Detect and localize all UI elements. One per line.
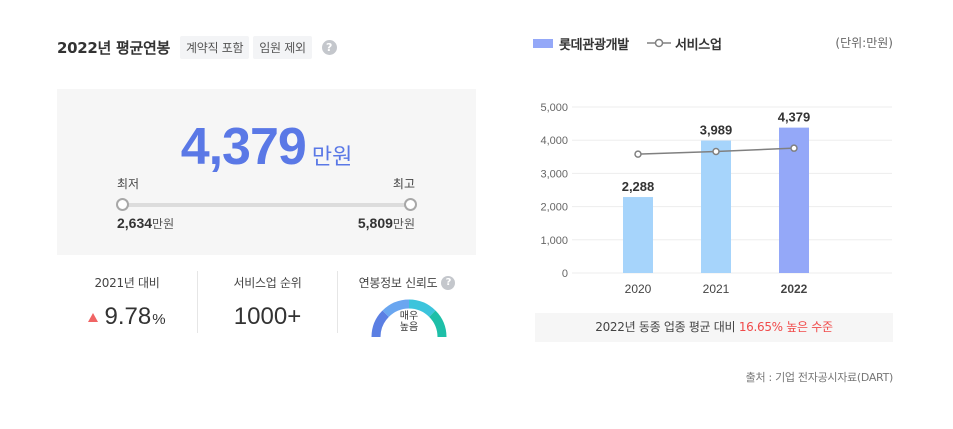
y-tick-label: 2,000 [540, 202, 568, 214]
industry-point [790, 144, 798, 152]
average-salary-panel: 4,379 만원 최저 최고 2,634만원 5,809만원 [57, 89, 476, 255]
up-arrow-icon [88, 312, 99, 322]
max-value: 5,809만원 [357, 215, 415, 231]
help-icon[interactable]: ? [321, 39, 337, 55]
growth-stat: 2021년 대비 9.78% [57, 271, 197, 333]
min-value: 2,634만원 [117, 215, 175, 231]
y-tick-label: 0 [562, 268, 568, 280]
max-label: 최고 [392, 177, 415, 191]
reliability-label: 연봉정보 신뢰도 [358, 276, 438, 290]
rank-label: 서비스업 순위 [233, 276, 302, 290]
y-tick-label: 4,000 [540, 135, 568, 147]
line-series-label: 서비스업 [674, 37, 722, 53]
comparison-prefix: 2022년 동종 업종 평균 대비 [595, 320, 736, 334]
growth-value: 9.78 [104, 303, 152, 330]
bar-value-label: 4,379 [778, 110, 811, 125]
rank-value: 1000+ [233, 303, 302, 330]
page-title: 2022년 평균연봉 [57, 38, 170, 57]
industry-point [634, 150, 642, 158]
growth-unit: % [152, 311, 166, 328]
comparison-highlight: 16.65% 높은 수준 [738, 320, 833, 334]
max-handle [404, 198, 417, 211]
growth-label: 2021년 대비 [94, 276, 160, 290]
x-tick-label: 2021 [703, 282, 730, 296]
salary-chart: 0 1,000 2,000 3,000 4,000 5,000 2,288 2020 3,989… [540, 102, 892, 296]
y-tick-label: 1,000 [540, 235, 568, 247]
bar-value-label: 2,288 [622, 179, 655, 194]
reliability-gauge: 매우 높음 [370, 297, 448, 337]
unit-note: (단위:만원) [835, 36, 893, 50]
reliability-stat: 연봉정보 신뢰도 ? 매우 높음 [337, 271, 476, 337]
bar-value-label: 3,989 [700, 123, 733, 138]
salary-header: 2022년 평균연봉 계약직 포함 임원 제외 ? [57, 34, 337, 60]
y-tick-label: 3,000 [540, 168, 568, 180]
line-series-swatch [646, 38, 671, 48]
comparison-note: 2022년 동종 업종 평균 대비 16.65% 높은 수준 [535, 313, 893, 342]
reliability-value-line1: 매우 [399, 311, 419, 322]
average-salary: 4,379 만원 [57, 117, 476, 177]
bar [701, 140, 731, 273]
bar-series-label: 롯데관광개발 [559, 37, 629, 53]
min-handle [116, 198, 129, 211]
industry-point [712, 147, 720, 156]
rank-stat: 서비스업 순위 1000+ [197, 271, 337, 333]
x-tick-label: 2020 [625, 282, 652, 296]
reliability-value-line2: 높음 [399, 322, 419, 333]
x-tick-label: 2022 [781, 282, 808, 296]
average-salary-unit: 만원 [311, 145, 353, 170]
bar-series-swatch [533, 38, 553, 48]
chart-legend: 롯데관광개발 서비스업 [533, 33, 722, 53]
reliability-help-icon[interactable]: ? [441, 275, 456, 290]
tag-executives-excluded: 임원 제외 [253, 35, 312, 59]
y-tick-label: 5,000 [540, 102, 568, 114]
average-salary-value: 4,379 [180, 118, 307, 176]
source-note: 출처 : 기업 전자공시자료(DART) [745, 371, 894, 384]
salary-range-track [122, 203, 410, 207]
tag-contract-included: 계약직 포함 [179, 35, 250, 59]
bar [623, 197, 653, 273]
min-label: 최저 [117, 177, 140, 191]
